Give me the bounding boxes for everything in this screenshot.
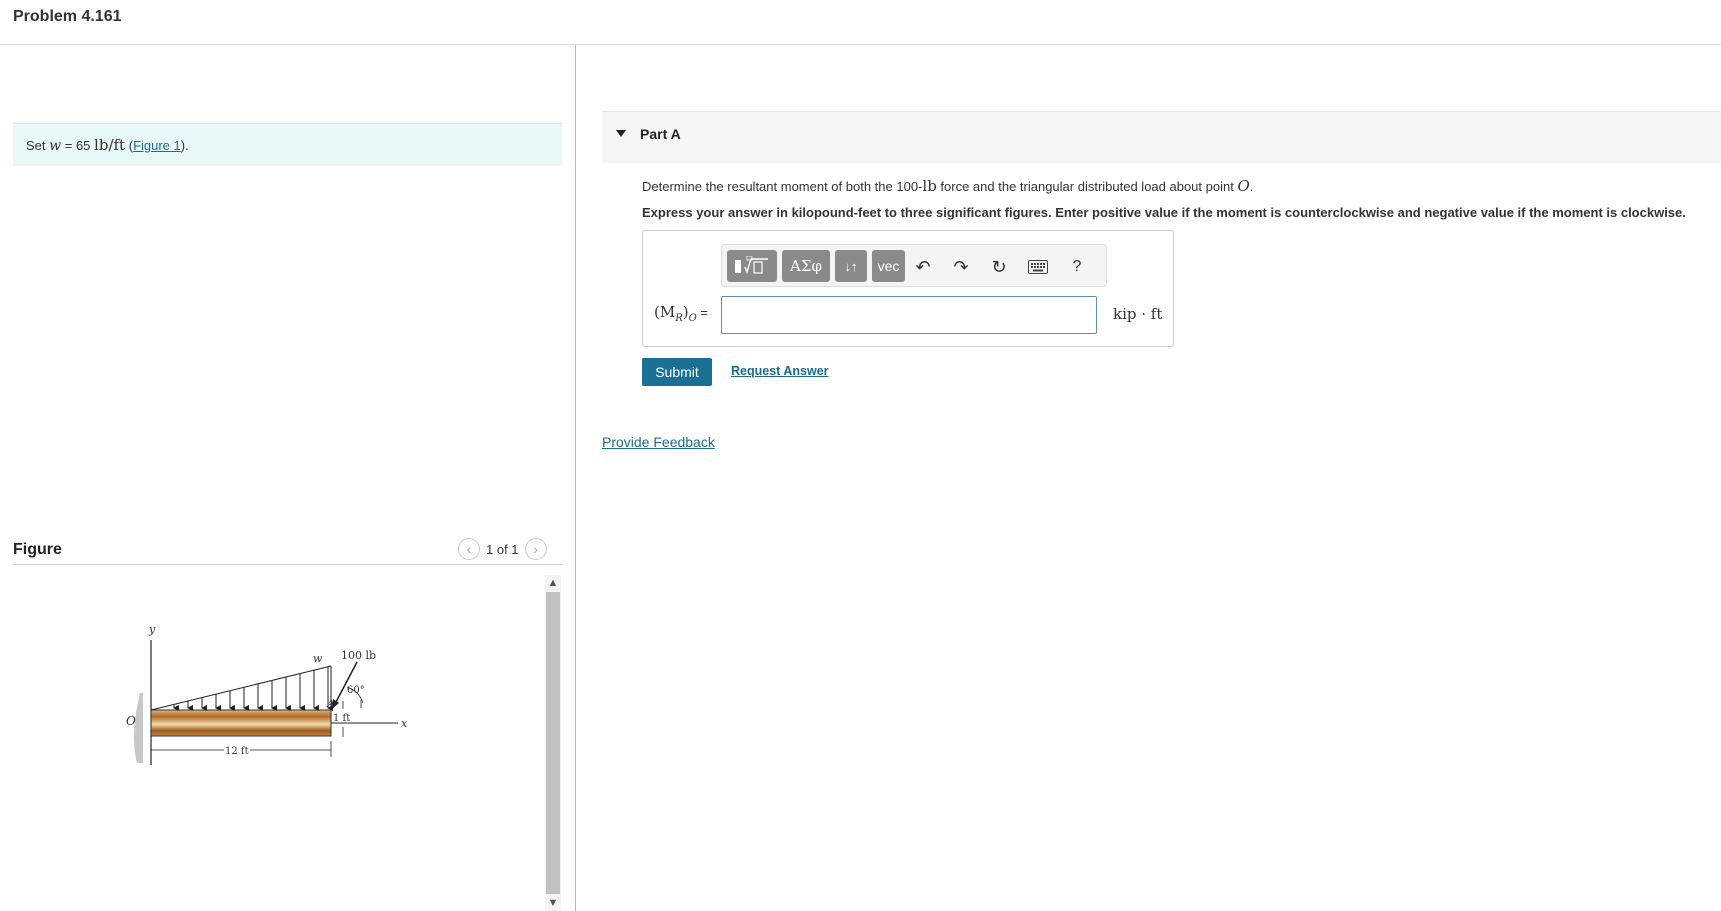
- wall-support: [133, 693, 143, 763]
- prompt-variable: w: [49, 138, 62, 154]
- figure-pager: ‹ 1 of 1 ›: [458, 538, 547, 560]
- load-arrows: [173, 667, 333, 711]
- provide-feedback-link[interactable]: Provide Feedback: [602, 434, 715, 450]
- load-label: w: [313, 652, 323, 665]
- part-a-header[interactable]: Part A: [602, 111, 1721, 163]
- submit-button[interactable]: Submit: [642, 358, 712, 386]
- question-point: O: [1237, 177, 1250, 195]
- problem-statement: Set w = 65 lb/ft (Figure 1).: [13, 123, 562, 166]
- right-pane: Part A Determine the resultant moment of…: [576, 45, 1721, 911]
- vector-button[interactable]: vec: [872, 250, 905, 282]
- figure-header: Figure ‹ 1 of 1 ›: [13, 538, 562, 565]
- answer-box: ΑΣφ ↓↑ vec ↶ ↷ ↻ ? (MR)O = kip · ft: [642, 230, 1174, 347]
- collapse-triangle-icon[interactable]: [616, 130, 626, 137]
- answer-label-sub: R: [675, 313, 683, 324]
- scroll-thumb[interactable]: [546, 592, 560, 894]
- load-envelope: [150, 665, 332, 711]
- x-axis-label: x: [401, 717, 408, 730]
- answer-label: (MR)O =: [654, 303, 708, 324]
- figure-link[interactable]: Figure 1: [133, 138, 181, 153]
- pager-text: 1 of 1: [486, 541, 519, 557]
- angle-label: 60°: [347, 685, 365, 696]
- keyboard-icon[interactable]: [1027, 256, 1049, 278]
- subscript-superscript-button[interactable]: ↓↑: [835, 250, 867, 282]
- question-unit: lb: [922, 177, 937, 195]
- templates-glyph: [735, 256, 768, 275]
- figure-area: y x O w 100 lb 60° A 1 ft 12 ft: [13, 575, 543, 911]
- prompt-unit: lb/ft: [94, 136, 126, 154]
- prompt-link-close: ).: [180, 138, 189, 153]
- answer-label-main: (M: [654, 303, 676, 321]
- chevron-left-icon[interactable]: ‹: [458, 538, 480, 560]
- reset-icon[interactable]: ↻: [988, 256, 1010, 278]
- answer-input[interactable]: [721, 296, 1097, 334]
- question-prefix: Determine the resultant moment of both t…: [642, 179, 923, 194]
- top-bar: Problem 4.161: [0, 0, 1721, 45]
- figure-scrollbar[interactable]: ▲ ▼: [545, 575, 561, 911]
- part-title: Part A: [640, 126, 681, 142]
- scroll-up-icon[interactable]: ▲: [545, 575, 561, 591]
- force-label: 100 lb: [341, 649, 376, 662]
- help-button[interactable]: ?: [1066, 256, 1088, 278]
- point-a-label: A: [326, 699, 334, 710]
- twelve-ft-label: 12 ft: [225, 746, 249, 757]
- question-text: Determine the resultant moment of both t…: [642, 177, 1253, 195]
- y-axis-label: y: [148, 623, 156, 636]
- beam-diagram: y x O w 100 lb 60° A 1 ft 12 ft: [126, 623, 408, 765]
- greek-symbols-button[interactable]: ΑΣφ: [782, 250, 830, 282]
- chevron-right-icon[interactable]: ›: [524, 538, 547, 560]
- undo-icon[interactable]: ↶: [912, 256, 934, 278]
- templates-icon[interactable]: [727, 250, 777, 282]
- beam: [150, 709, 332, 737]
- answer-equals: =: [696, 305, 709, 320]
- answer-label-sub2: O: [688, 313, 697, 324]
- page-title: Problem 4.161: [13, 8, 122, 25]
- force-arrow: [334, 661, 358, 705]
- math-toolbar: ΑΣφ ↓↑ vec ↶ ↷ ↻ ?: [721, 244, 1107, 287]
- question-middle: force and the triangular distributed loa…: [936, 179, 1238, 194]
- scroll-down-icon[interactable]: ▼: [545, 895, 561, 911]
- answer-unit: kip · ft: [1113, 305, 1163, 323]
- request-answer-link[interactable]: Request Answer: [731, 364, 828, 378]
- redo-icon[interactable]: ↷: [950, 256, 972, 278]
- one-ft-label: 1 ft: [333, 713, 350, 724]
- question-end: .: [1249, 179, 1254, 194]
- prompt-prefix: Set: [26, 138, 46, 153]
- origin-label: O: [126, 714, 136, 728]
- keyboard-glyph: [1028, 260, 1048, 274]
- prompt-equals: = 65: [64, 138, 91, 153]
- figure-label: Figure: [13, 541, 62, 558]
- instruction-text: Express your answer in kilopound-feet to…: [642, 205, 1686, 220]
